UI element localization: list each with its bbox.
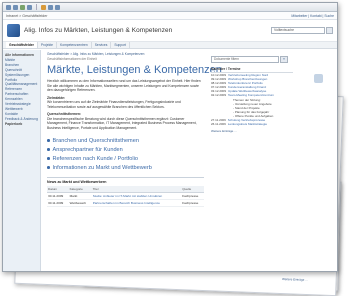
- table-cell: Fachpresse: [181, 199, 204, 207]
- stack2-footer-link[interactable]: Weitere Einträge ...: [282, 277, 308, 282]
- site-path: Intranet > Geschäftsfelder: [6, 13, 48, 18]
- tab-services[interactable]: Services: [92, 42, 112, 48]
- left-navigation: Alle Informationen Märkte Branchen Querschn…: [3, 50, 41, 271]
- tab-support[interactable]: Support: [111, 42, 130, 48]
- table-cell: 30.11.2009: [47, 192, 69, 200]
- back-icon[interactable]: [6, 4, 11, 10]
- bullet-icon: [47, 139, 50, 142]
- calendar-more-link[interactable]: Weitere Einträge ...: [211, 129, 293, 133]
- calendar-date: 27.11.2009: [211, 117, 226, 122]
- topic-link[interactable]: Informationen zu Markt und Wettbewerb: [47, 164, 204, 173]
- header-search-button[interactable]: [326, 27, 333, 34]
- table-cell: Markt: [68, 192, 92, 200]
- section-zielmaerkte-text: Wir konzentrieren uns auf die Zielmärkte…: [47, 100, 181, 109]
- topic-link-label: Referenzen nach Kunde / Portfolio: [52, 156, 139, 162]
- site-title: Alig. Infos zu Märkten, Leistungen & Kom…: [24, 27, 173, 34]
- right-edge-panel: [299, 68, 337, 271]
- main-content: Geschäftsfelder > Alig. Infos zu Märkten…: [44, 50, 222, 271]
- mail-icon[interactable]: [55, 4, 60, 10]
- topic-link-label: Informationen zu Markt und Wettbewerb: [52, 165, 152, 171]
- table-row[interactable]: 30.11.2009 Wettbewerb Partnerschaften im B…: [47, 199, 204, 207]
- browser-window: Intranet > Geschäftsfelder Mitarbeiter |…: [2, 2, 338, 272]
- header-search-input[interactable]: Volltextsuche: [271, 27, 325, 34]
- table-cell[interactable]: Studie: Anbieter im IT-Markt mit stabile…: [91, 192, 182, 200]
- filter-input[interactable]: Dokumente filtern: [211, 56, 279, 63]
- section-zielmaerkte: Zielmärkte: Wir konzentrieren uns auf di…: [47, 96, 204, 110]
- calendar-date: 26.11.2009: [211, 121, 226, 126]
- filter-search: Dokumente filtern »: [211, 56, 293, 63]
- calendar-title[interactable]: Lenkungskreis Marktstrategie: [228, 122, 267, 126]
- topic-link[interactable]: Branchen und Querschnittsthemen: [47, 137, 204, 146]
- section-querschnitt-title: Querschnittsthemen:: [47, 112, 82, 116]
- calendar-title[interactable]: Team-Meeting Kompetenzzentrum: [228, 93, 274, 97]
- bullet-icon: [47, 157, 50, 160]
- toolbar-separator: [36, 4, 37, 10]
- section-querschnitt-text: Die branchenspezifische Beratung wird du…: [47, 116, 197, 130]
- table-cell: Wettbewerb: [68, 199, 92, 207]
- table-row[interactable]: 30.11.2009 Markt Studie: Anbieter im IT-Ma…: [47, 192, 204, 200]
- news-table: Datum Kategorie Titel Quelle 30.11.2009 Mark…: [47, 186, 204, 207]
- favorites-icon[interactable]: [41, 4, 46, 10]
- panel-toggle-icon[interactable]: [313, 74, 323, 83]
- page-title: Märkte, Leistungen & Kompetenzen: [47, 64, 222, 76]
- site-header: Alig. Infos zu Märkten, Leistungen & Kom…: [3, 20, 337, 42]
- topic-link-label: Ansprechpartner für Kunden: [52, 147, 123, 153]
- table-cell[interactable]: Partnerschaften im Bereich Business Inte…: [91, 199, 182, 207]
- refresh-icon[interactable]: [20, 4, 25, 10]
- utility-links[interactable]: Mitarbeiter | Kontakt | Suche: [291, 14, 334, 18]
- browser-toolbar: [3, 3, 337, 12]
- news-title: News zu Markt und Wettbewerbern: [47, 180, 107, 184]
- right-column: Dokumente filtern » Kalender / Termine 1…: [211, 50, 293, 271]
- topic-links: Branchen und Querschnittsthemen Ansprechp…: [47, 137, 204, 173]
- bullet-icon: [47, 148, 50, 151]
- table-cell: 30.11.2009: [47, 199, 69, 207]
- tab-gesch-ftsfelder[interactable]: Geschäftsfelder: [6, 42, 38, 48]
- table-cell: Fachpresse: [181, 192, 204, 200]
- section-querschnitt: Querschnittsthemen: Die branchenspezifis…: [47, 112, 204, 130]
- intro-text: Herzlich willkommen zu den Informationss…: [47, 79, 201, 92]
- bullet-icon: [47, 166, 50, 169]
- news-section: News zu Markt und Wettbewerbern Datum Kat…: [47, 177, 204, 207]
- site-logo-icon[interactable]: [7, 24, 20, 37]
- breadcrumb[interactable]: Geschäftsfelder > Alig. Infos zu Märkten…: [47, 52, 204, 56]
- tab-kompetenzzentren[interactable]: Kompetenzzentren: [57, 42, 92, 48]
- topic-link-label: Branchen und Querschnittsthemen: [52, 138, 139, 144]
- tab-projekte[interactable]: Projekte: [38, 42, 58, 48]
- calendar-entry[interactable]: 26.11.2009 Lenkungskreis Marktstrategie: [211, 122, 293, 126]
- home-icon[interactable]: [27, 4, 32, 10]
- section-zielmaerkte-title: Zielmärkte:: [47, 95, 66, 100]
- tab-bar: Geschäftsfelder Projekte Kompetenzzentren S…: [3, 42, 337, 49]
- sidebar-item[interactable]: Feedback & Änderungen: [5, 117, 38, 122]
- calendar-list: 10.12.2009 Vertriebsmeeting Region Nord 09…: [211, 73, 293, 126]
- page-body: Alle Informationen Märkte Branchen Querschn…: [3, 50, 337, 271]
- print-icon[interactable]: [48, 4, 53, 10]
- page-subheading: Geschäftsinformationen der Einheit: [47, 57, 97, 61]
- filter-go-button[interactable]: »: [280, 56, 288, 63]
- forward-icon[interactable]: [13, 4, 18, 10]
- topic-link[interactable]: Ansprechpartner für Kunden: [47, 146, 204, 155]
- sidebar-item[interactable]: Papierkorb: [5, 122, 38, 127]
- topic-link[interactable]: Referenzen nach Kunde / Portfolio: [47, 155, 204, 164]
- calendar-date: 02.12.2009: [211, 93, 227, 98]
- address-row: Intranet > Geschäftsfelder Mitarbeiter |…: [3, 12, 337, 20]
